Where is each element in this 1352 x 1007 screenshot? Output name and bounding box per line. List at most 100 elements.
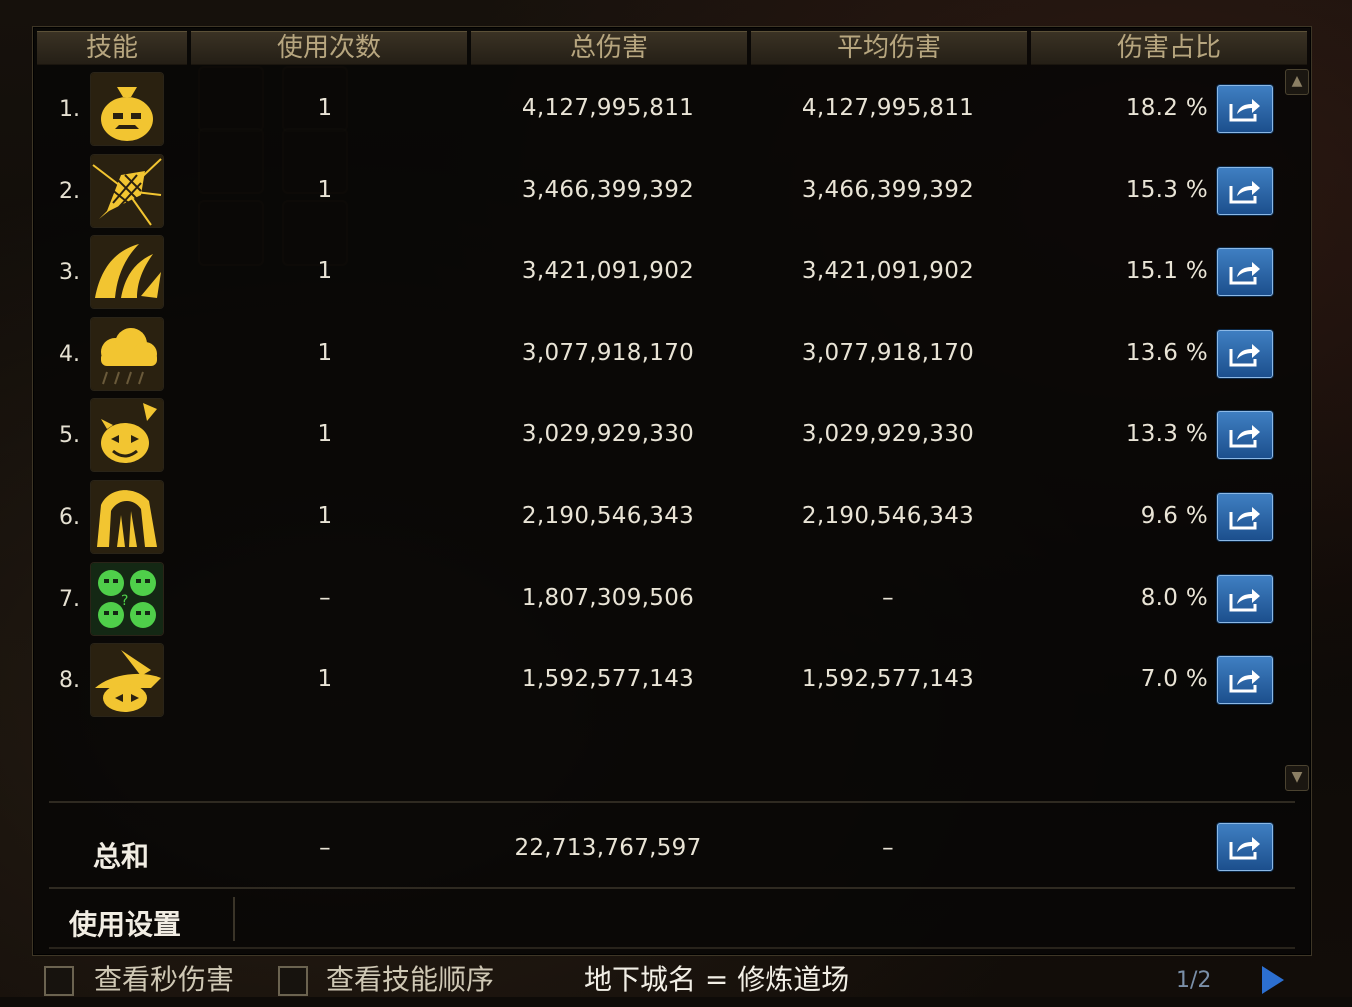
share-icon [1229,670,1260,693]
settings-divider [49,887,1295,889]
dungeon-name: 地下城名 = 修炼道场 [584,963,850,996]
share-icon [1229,588,1260,612]
average-damage: 1,592,577,143 [801,666,975,693]
summary-label: 总和 [93,840,150,873]
summary-average-damage: – [882,835,894,861]
goblin-group-skill-icon: ? [91,562,163,635]
average-damage: 2,190,546,343 [801,503,975,529]
skill-order-checkbox[interactable] [278,966,308,996]
header-damage-share: 伤害占比 [1031,31,1307,65]
money-bag-skill-icon [91,73,163,145]
share-skill-button[interactable] [1217,574,1273,623]
damage-share: 15.3 % [1125,176,1208,203]
header-total-damage: 总伤害 [471,31,747,65]
total-damage: 1,592,577,143 [521,666,695,693]
damage-share: 15.1 % [1125,258,1208,285]
average-damage: 3,077,918,170 [801,339,975,366]
witch-hat-skill-icon [91,644,163,717]
rank-number: 2. [59,178,80,204]
share-icon [1229,99,1260,122]
share-icon [1229,180,1260,204]
average-damage: 4,127,995,811 [801,95,975,121]
skill-order-label: 查看技能顺序 [326,963,495,996]
share-icon [1229,507,1260,530]
settings-separator [233,897,235,941]
page-indicator: 1/2 [1176,968,1212,993]
total-damage: 1,807,309,506 [521,584,695,611]
share-skill-button[interactable] [1217,248,1273,297]
rank-number: 6. [59,505,80,530]
uses-count: 1 [317,421,333,448]
share-summary-button[interactable] [1217,823,1273,871]
uses-count: 1 [317,176,333,203]
damage-stats-panel: 技能 使用次数 总伤害 平均伤害 伤害占比 1. 1 4,127,995,811… [32,26,1312,956]
share-icon [1229,343,1260,367]
rank-number: 7. [59,586,80,612]
skill-row: 1. 1 4,127,995,811 4,127,995,811 18.2 % [33,69,1311,149]
damage-share: 13.6 % [1125,339,1208,366]
next-page-arrow-icon[interactable] [1262,966,1284,994]
storm-cloud-skill-icon [91,317,163,390]
wind-slash-skill-icon [91,236,163,309]
summary-row: 总和 – 22,713,767,597 – [33,809,1311,889]
arch-skill-icon [91,481,163,553]
total-damage: 4,127,995,811 [521,95,695,121]
damage-share: 18.2 % [1125,95,1208,121]
skill-row: 3. 1 3,421,091,902 3,421,091,902 15.1 % [33,232,1311,312]
damage-share: 9.6 % [1140,503,1208,529]
share-skill-button[interactable] [1217,656,1273,705]
uses-count: 1 [317,258,333,285]
rank-number: 3. [59,260,80,286]
share-icon [1229,425,1260,448]
average-damage: 3,466,399,392 [801,176,975,203]
share-skill-button[interactable] [1217,411,1273,460]
header-skill: 技能 [37,31,187,65]
total-damage: 3,466,399,392 [521,176,695,203]
rank-number: 8. [59,668,80,694]
total-damage: 2,190,546,343 [521,503,695,529]
share-skill-button[interactable] [1217,166,1273,215]
rank-number: 1. [59,97,80,122]
damage-share: 8.0 % [1140,584,1208,611]
header-uses: 使用次数 [191,31,467,65]
total-damage: 3,077,918,170 [521,339,695,366]
rank-number: 4. [59,341,80,367]
scroll-up-button[interactable]: ▲ [1285,69,1309,95]
share-skill-button[interactable] [1217,493,1273,541]
uses-count: 1 [317,339,333,366]
rank-number: 5. [59,423,80,449]
summary-total-damage: 22,713,767,597 [514,835,702,861]
uses-count: 1 [317,666,333,693]
damage-share: 13.3 % [1125,421,1208,448]
uses-count: 1 [317,95,333,121]
per-second-label: 查看秒伤害 [94,963,235,996]
share-skill-button[interactable] [1217,85,1273,133]
total-damage: 3,421,091,902 [521,258,695,285]
share-icon [1229,262,1260,285]
summary-uses: – [319,835,331,861]
share-skill-button[interactable] [1217,329,1273,378]
skill-row: 4. 1 3,077,918,170 3,077,918,170 13.6 % [33,314,1311,394]
svg-text:?: ? [121,593,128,609]
net-burst-skill-icon [91,154,163,227]
pumpkin-skill-icon [91,399,163,472]
skill-row: 7. ? – 1,807,309,506 – 8.0 % [33,559,1311,639]
scroll-down-button[interactable]: ▼ [1285,765,1309,791]
uses-count: – [319,584,331,611]
skill-row: 8. 1 1,592,577,143 1,592,577,143 7.0 % [33,640,1311,720]
summary-divider [49,801,1295,803]
uses-count: 1 [317,503,333,529]
skill-row: 2. 1 3,466,399,392 3,466,399,392 15.3 % [33,151,1311,231]
average-damage: 3,421,091,902 [801,258,975,285]
skill-row: 5. 1 3,029,929,330 3,029,929,330 13.3 % [33,395,1311,475]
skill-row: 6. 1 2,190,546,343 2,190,546,343 9.6 % [33,477,1311,557]
total-damage: 3,029,929,330 [521,421,695,448]
average-damage: 3,029,929,330 [801,421,975,448]
share-icon [1229,837,1260,860]
per-second-checkbox[interactable] [44,966,74,996]
header-average-damage: 平均伤害 [751,31,1027,65]
panel-bottom-rule [49,947,1295,949]
damage-share: 7.0 % [1140,666,1208,693]
average-damage: – [882,584,894,611]
usage-settings-button[interactable]: 使用设置 [69,903,181,943]
